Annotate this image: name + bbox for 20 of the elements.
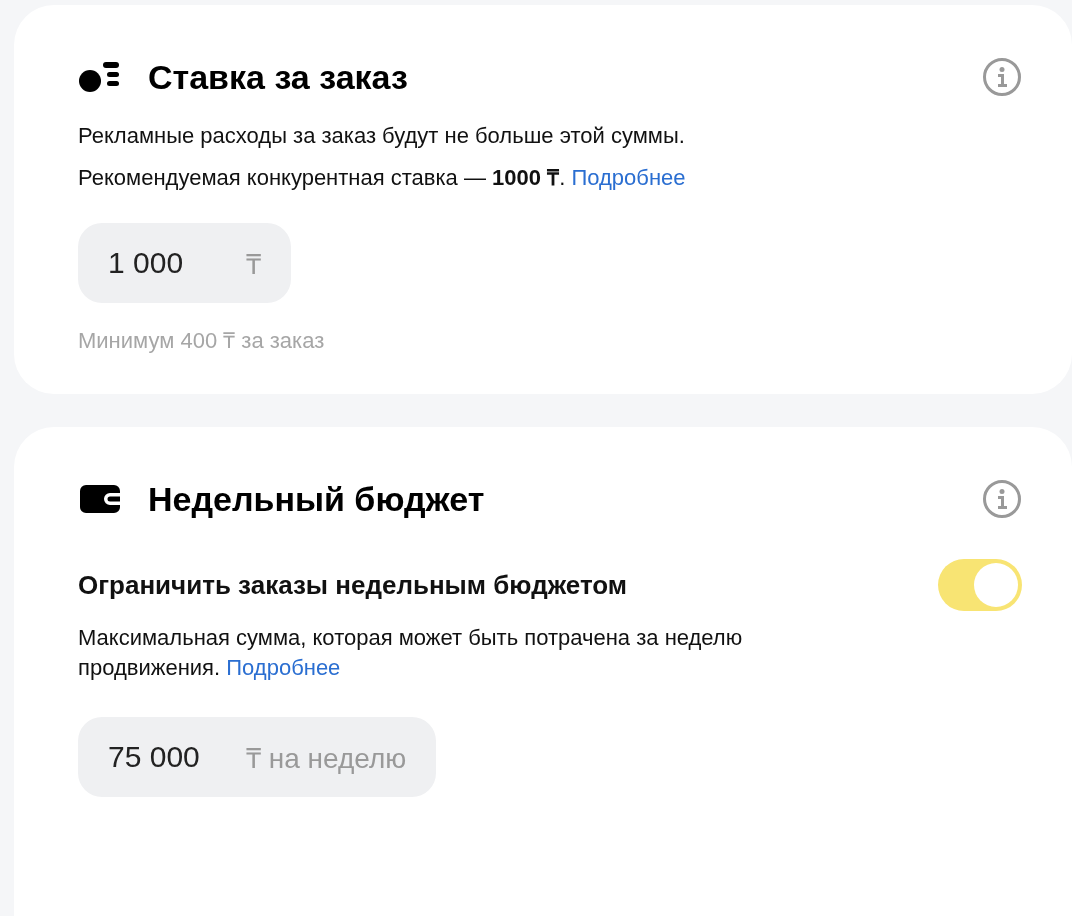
description-text: Рекомендуемая конкурентная ставка — 1000 ₸. Подробнее (78, 164, 687, 192)
toggle-switch[interactable] (938, 559, 1022, 611)
currency-label: ₸ (246, 248, 261, 282)
description-text: Рекламные расходы за заказ будут не больше этой суммы. (78, 122, 686, 150)
section-title: Недельный бюджет (148, 479, 486, 519)
toggle-label: Ограничить заказы недельным бюджетом (78, 569, 628, 601)
amount-value: 1 000 (108, 246, 185, 280)
more-link[interactable]: Подробнее (226, 655, 341, 680)
amount-value: 75 000 (108, 740, 201, 774)
hint-text: Минимум 400 ₸ за заказ (78, 327, 326, 354)
amount-field[interactable]: 75 000 ₸ на неделю (78, 717, 437, 797)
wallet-icon (80, 485, 120, 513)
currency-label: ₸ на неделю (246, 742, 407, 776)
info-icon[interactable] (982, 57, 1022, 97)
description-text: Максимальная сумма, которая может быть потрачена за неделю продвижения. Подробнее (78, 624, 744, 682)
amount-field[interactable]: 1 000 ₸ (78, 223, 291, 303)
info-icon[interactable] (982, 479, 1022, 519)
section-title: Ставка за заказ (148, 57, 409, 97)
coins-icon (78, 60, 122, 94)
more-link[interactable]: Подробнее (571, 165, 686, 190)
